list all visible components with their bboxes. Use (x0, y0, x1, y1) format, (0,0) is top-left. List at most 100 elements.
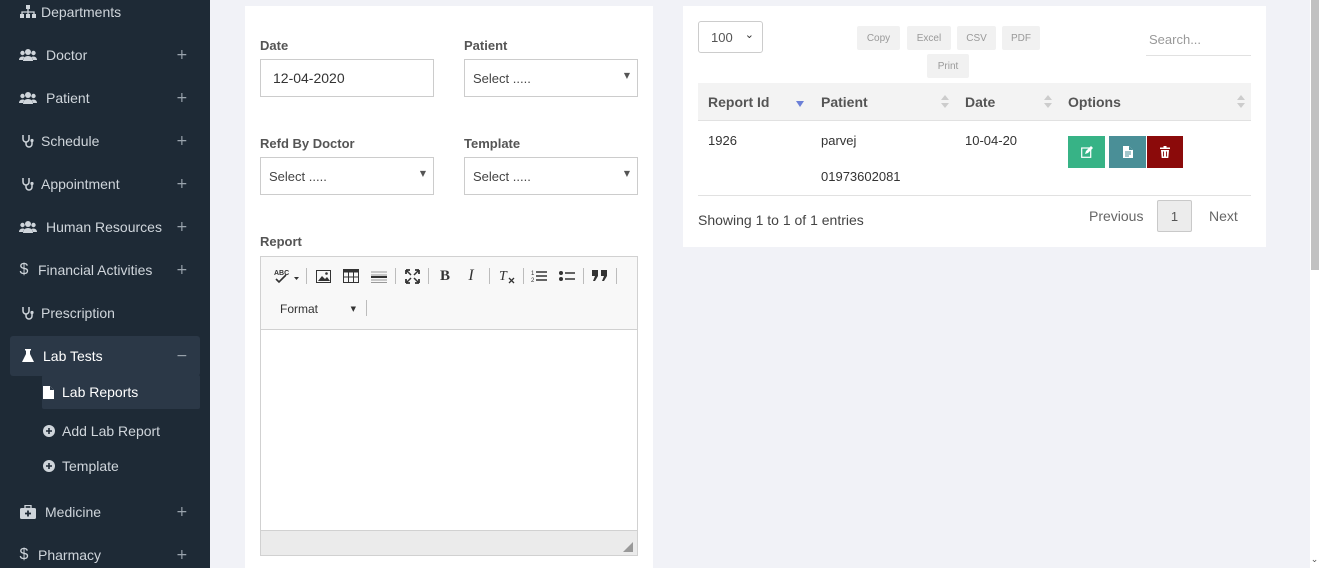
bullet-list-icon[interactable] (558, 265, 576, 287)
users-icon (19, 219, 37, 235)
sitemap-icon (19, 4, 37, 20)
cell-date: 10-04-20 (965, 133, 1018, 148)
copy-button[interactable]: Copy (857, 26, 900, 50)
sidebar-item-label: Schedule (41, 133, 100, 149)
scroll-down-icon[interactable]: ⌄ (1310, 555, 1319, 567)
date-label: Date (260, 38, 289, 53)
sidebar-item-label: Lab Tests (43, 348, 103, 364)
sidebar-item-label: Human Resources (46, 219, 162, 235)
sort-icon (941, 95, 949, 108)
blockquote-icon[interactable] (591, 265, 609, 287)
resize-handle-icon[interactable] (623, 542, 633, 552)
edit-button[interactable] (1068, 136, 1105, 168)
sidebar-item-label: Pharmacy (38, 547, 102, 563)
sidebar-subitem-add-lab-report[interactable]: Add Lab Report (42, 414, 200, 448)
svg-text:T: T (499, 269, 508, 284)
cell-patient-name: parvej (821, 133, 857, 148)
plus-circle-icon (43, 460, 55, 472)
dollar-icon: $ (19, 261, 29, 278)
spellcheck-icon[interactable]: ABC (273, 265, 301, 287)
cell-report-id: 1926 (708, 133, 737, 148)
image-icon[interactable] (314, 265, 332, 287)
numbered-list-icon[interactable]: 12 (530, 265, 548, 287)
sidebar-item-financial-activities[interactable]: $ Financial Activities + (0, 250, 210, 290)
sidebar-item-label: Doctor (46, 47, 88, 63)
sidebar-item-prescription[interactable]: Prescription (0, 293, 210, 333)
svg-text:2: 2 (531, 278, 535, 283)
plus-circle-icon (43, 425, 55, 437)
expand-icon: + (176, 504, 188, 520)
edit-icon (1080, 146, 1093, 158)
medkit-icon (19, 504, 37, 520)
view-report-button[interactable] (1109, 136, 1146, 168)
next-page-button[interactable]: Next (1209, 208, 1238, 224)
users-icon (19, 47, 37, 63)
expand-icon: + (176, 262, 188, 278)
table-icon[interactable] (342, 265, 360, 287)
search-input[interactable]: Search... (1146, 24, 1251, 56)
sidebar-subitem-label: Lab Reports (62, 384, 139, 400)
sidebar-item-patient[interactable]: Patient + (0, 78, 210, 118)
sidebar-item-label: Patient (46, 90, 90, 106)
column-header-date[interactable]: Date (965, 94, 995, 110)
sidebar-item-medicine[interactable]: Medicine + (0, 492, 210, 532)
dollar-icon: $ (19, 546, 29, 563)
excel-button[interactable]: Excel (907, 26, 951, 50)
format-dropdown[interactable]: Format ▼ (272, 298, 360, 320)
sidebar-item-label: Appointment (41, 176, 120, 192)
italic-icon[interactable]: I (463, 265, 479, 287)
patient-select-value: Select ..... (473, 70, 531, 86)
date-value: 12-04-2020 (273, 70, 345, 86)
remove-format-icon[interactable]: T (497, 265, 517, 287)
file-icon (43, 385, 55, 399)
sidebar-item-schedule[interactable]: Schedule + (0, 121, 210, 161)
previous-page-button[interactable]: Previous (1089, 208, 1143, 224)
sidebar-item-human-resources[interactable]: Human Resources + (0, 207, 210, 247)
caret-down-icon: ▼ (623, 169, 630, 178)
sidebar-item-appointment[interactable]: Appointment + (0, 164, 210, 204)
table-header: Report Id Patient Date Options (698, 83, 1251, 121)
stethoscope-icon (19, 133, 37, 149)
page-length-value: 100 (711, 29, 733, 45)
table-info: Showing 1 to 1 of 1 entries (698, 212, 864, 228)
sort-icon (1044, 95, 1052, 108)
doctor-select-value: Select ..... (269, 168, 327, 184)
page-length-select[interactable]: 100 ⌄ (698, 21, 763, 53)
flask-icon (19, 348, 37, 364)
sidebar-item-doctor[interactable]: Doctor + (0, 35, 210, 75)
template-select-value: Select ..... (473, 168, 531, 184)
expand-icon: + (176, 176, 188, 192)
sidebar-item-pharmacy[interactable]: $ Pharmacy + (0, 535, 210, 568)
delete-button[interactable] (1147, 136, 1183, 168)
stethoscope-icon (19, 305, 37, 321)
editor-content-area[interactable] (261, 331, 637, 531)
print-button[interactable]: Print (927, 54, 969, 78)
doctor-select[interactable]: Select ..... ▼ (260, 157, 434, 195)
column-header-report-id[interactable]: Report Id (708, 94, 769, 110)
search-placeholder: Search... (1149, 32, 1202, 47)
expand-icon: + (176, 133, 188, 149)
sidebar-subitem-label: Add Lab Report (62, 423, 161, 439)
sidebar-subitem-template[interactable]: Template (42, 449, 200, 483)
sort-icon (1237, 95, 1245, 108)
template-select[interactable]: Select ..... ▼ (464, 157, 638, 195)
patient-select[interactable]: Select ..... ▼ (464, 59, 638, 97)
date-input[interactable]: 12-04-2020 (260, 59, 434, 97)
csv-button[interactable]: CSV (957, 26, 996, 50)
sidebar-item-label: Medicine (45, 504, 102, 520)
column-header-patient[interactable]: Patient (821, 94, 868, 110)
horizontal-line-icon[interactable] (370, 265, 388, 287)
expand-icon: + (176, 547, 188, 563)
scrollbar-thumb[interactable] (1311, 0, 1319, 270)
bold-icon[interactable]: B (437, 265, 453, 287)
sidebar-subitem-lab-reports[interactable]: Lab Reports (42, 375, 200, 409)
svg-text:ABC: ABC (274, 270, 289, 277)
pdf-button[interactable]: PDF (1002, 26, 1040, 50)
sidebar-item-departments[interactable]: Departments (0, 0, 210, 32)
caret-down-icon: ▼ (419, 169, 426, 178)
sidebar-item-lab-tests[interactable]: Lab Tests − (10, 336, 200, 376)
page-1-button[interactable]: 1 (1157, 200, 1192, 232)
patient-label: Patient (464, 38, 508, 53)
maximize-icon[interactable] (403, 265, 421, 287)
sidebar-item-label: Financial Activities (38, 262, 153, 278)
